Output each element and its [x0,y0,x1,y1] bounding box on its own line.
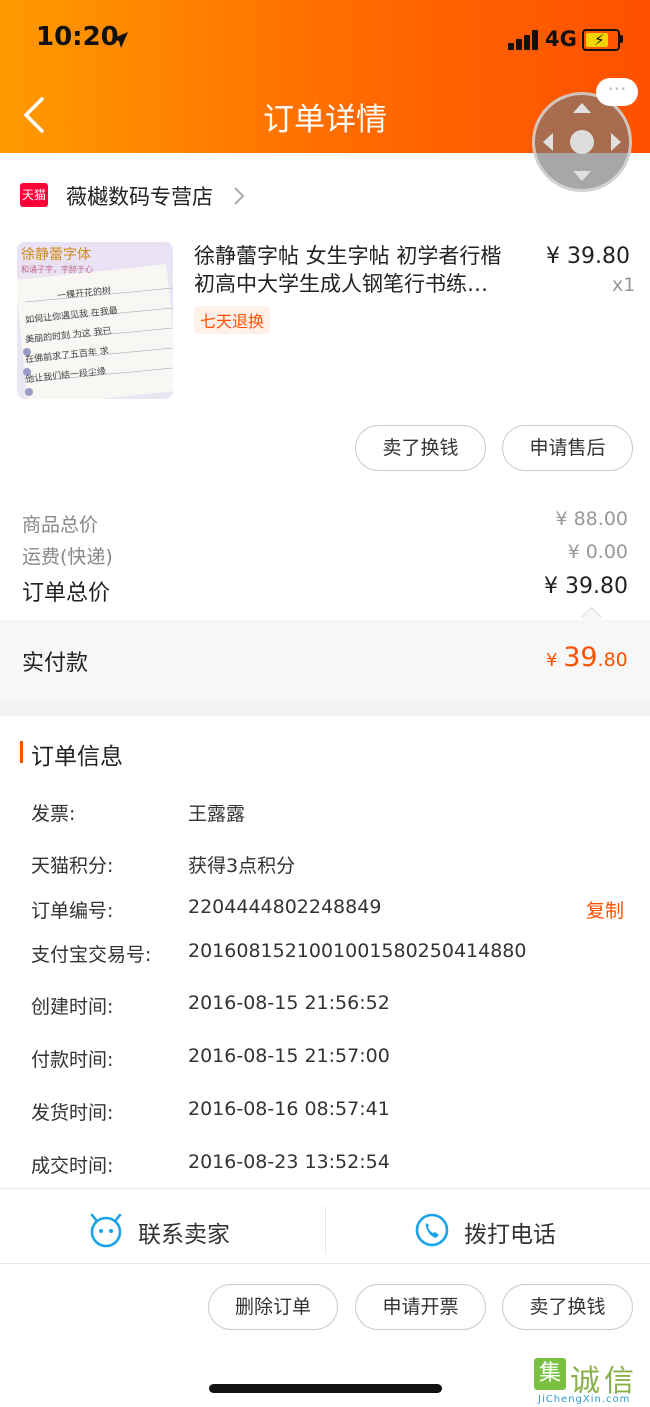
sell-for-cash-bottom-button[interactable]: 卖了换钱 [502,1284,633,1330]
delete-order-button[interactable]: 删除订单 [208,1284,338,1330]
info-label-created: 创建时间: [31,996,114,1018]
info-value-alipay-number: 2016081521001001580250414880 [188,940,527,962]
info-value-points: 获得3点积分 [188,855,296,877]
assistive-touch-button[interactable] [532,92,632,192]
tmall-logo: 天猫 [20,183,48,207]
product-title[interactable]: 徐静蕾字帖 女生字帖 初学者行楷 初高中大学生成人钢笔行书练… [194,242,534,298]
info-value-paid-time: 2016-08-15 21:57:00 [188,1045,390,1067]
shop-name[interactable]: 薇樾数码专营店 [66,181,213,211]
chat-face-icon [90,1213,122,1248]
product-price: ¥ 39.80 [546,244,630,269]
sell-for-cash-button[interactable]: 卖了换钱 [355,425,486,471]
shipping-label: 运费(快递) [22,546,113,568]
paid-integer: 39 [563,642,598,673]
battery-icon: ⚡ [582,29,620,51]
section-accent-bar [20,741,23,763]
info-label-alipay-number: 支付宝交易号: [31,944,152,966]
info-value-completed: 2016-08-23 13:52:54 [188,1151,390,1173]
location-arrow-icon [112,32,128,48]
signal-icon [508,30,540,50]
info-label-shipped: 发货时间: [31,1102,114,1124]
order-total-value: ¥ 39.80 [544,574,628,599]
direction-arrows-icon [543,103,621,181]
amount-paid-value: ¥ 39.80 [546,642,628,673]
info-value-invoice: 王露露 [188,803,246,825]
thumb-heading: 徐静蕾字体 [21,247,91,263]
product-quantity: x1 [612,274,636,296]
order-info-title: 订单信息 [31,744,123,770]
copy-order-number-button[interactable]: 复制 [586,896,624,923]
watermark-url: JiChengXin.com [538,1394,631,1405]
product-title-line1: 徐静蕾字帖 女生字帖 初学者行楷 [194,244,502,268]
home-indicator[interactable] [209,1384,442,1393]
info-value-shipped: 2016-08-16 08:57:41 [188,1098,390,1120]
status-time: 10:20 [36,22,119,52]
section-divider [0,700,650,716]
chevron-right-icon[interactable] [232,186,246,206]
divider [0,1263,650,1264]
product-thumbnail[interactable]: 徐静蕾字体 和诵子字，字醉于心 一棵开花的树 如何让你遇见我 在我最 美丽的时刻… [17,242,173,399]
thumb-subtitle: 和诵子字，字醉于心 [21,265,93,274]
info-value-created: 2016-08-15 21:56:52 [188,992,390,1014]
goods-total-label: 商品总价 [22,514,99,536]
info-label-invoice: 发票: [31,803,76,825]
info-label-points: 天猫积分: [31,855,114,877]
paid-decimal: .80 [597,649,628,671]
info-label-paid-time: 付款时间: [31,1049,114,1071]
phone-icon [415,1213,449,1247]
divider [325,1206,326,1254]
return-policy-tag: 七天退换 [194,306,271,334]
watermark-logo: 集 [534,1358,566,1390]
divider [0,1188,650,1189]
info-label-completed: 成交时间: [31,1155,114,1177]
call-phone-label: 拨打电话 [464,1222,556,1248]
call-phone-button[interactable]: 拨打电话 [414,1210,594,1254]
more-dots-icon[interactable]: ··· [596,78,638,106]
paid-currency: ¥ [546,650,564,671]
network-type: 4G [545,27,577,51]
battery-cap [620,35,623,43]
goods-total-value: ¥ 88.00 [555,508,628,530]
order-total-label: 订单总价 [22,581,111,606]
after-sale-button[interactable]: 申请售后 [502,425,633,471]
request-invoice-button[interactable]: 申请开票 [355,1284,486,1330]
contact-seller-label: 联系卖家 [138,1222,230,1248]
contact-seller-button[interactable]: 联系卖家 [88,1210,268,1254]
info-label-order-number: 订单编号: [31,900,114,922]
amount-paid-label: 实付款 [22,651,89,676]
product-title-line2: 初高中大学生成人钢笔行书练… [194,272,488,296]
info-value-order-number: 2204444802248849 [188,896,382,918]
shipping-value: ¥ 0.00 [567,541,628,563]
